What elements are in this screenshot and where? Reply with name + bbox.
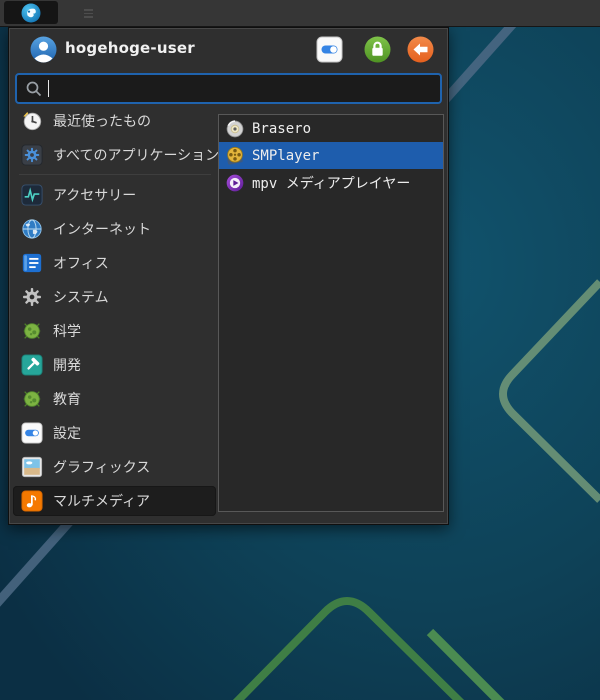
sidebar-item-label: 開発 <box>53 358 81 374</box>
app-item-label: Brasero <box>252 120 312 137</box>
sidebar-item-label: マルチメディア <box>53 494 151 510</box>
gear-blue-icon <box>21 144 43 166</box>
sidebar-item-label: 教育 <box>53 392 81 408</box>
whisker-menu-button[interactable] <box>4 1 58 24</box>
sidebar-item-system[interactable]: システム <box>13 282 216 312</box>
sidebar-item-label: 設定 <box>53 426 81 442</box>
toggle-icon <box>316 36 343 63</box>
sidebar-item-label: 最近使ったもの <box>53 114 151 130</box>
username-label: hogehoge-user <box>65 39 195 57</box>
settings-button[interactable] <box>316 36 343 63</box>
hamburger-icon[interactable] <box>84 7 94 19</box>
sidebar-item-label: システム <box>53 290 109 306</box>
science-icon <box>21 388 43 410</box>
sidebar-item-development[interactable]: 開発 <box>13 350 216 380</box>
sidebar-item-accessories[interactable]: アクセサリー <box>13 180 216 210</box>
sidebar-item-recent[interactable]: 最近使ったもの <box>13 106 216 136</box>
music-note-icon <box>21 490 43 512</box>
hammer-icon <box>21 354 43 376</box>
gear-gray-icon <box>21 286 43 308</box>
lock-icon <box>364 36 391 63</box>
sidebar-item-label: すべてのアプリケーション <box>53 148 220 164</box>
sidebar-item-settings[interactable]: 設定 <box>13 418 216 448</box>
sidebar-item-label: インターネット <box>53 222 151 238</box>
app-item-smplayer[interactable]: SMPlayer <box>219 142 443 169</box>
play-circle-icon <box>225 173 245 193</box>
science-icon <box>21 320 43 342</box>
logout-button[interactable] <box>407 36 434 63</box>
app-item-label: mpv メディアプレイヤー <box>252 175 411 192</box>
application-list: Brasero SMPlayer mpv メディアプレイヤー <box>218 114 444 512</box>
app-item-label: SMPlayer <box>252 147 320 164</box>
sidebar-item-education[interactable]: 教育 <box>13 384 216 414</box>
globe-icon <box>21 218 43 240</box>
film-reel-icon <box>225 146 245 166</box>
sidebar-separator <box>19 174 211 175</box>
lock-screen-button[interactable] <box>364 36 391 63</box>
top-panel <box>0 0 600 27</box>
disc-icon <box>225 119 245 139</box>
sidebar-item-multimedia[interactable]: マルチメディア <box>13 486 216 516</box>
sidebar-item-graphics[interactable]: グラフィックス <box>13 452 216 482</box>
user-avatar-icon <box>30 36 57 63</box>
sidebar-item-office[interactable]: オフィス <box>13 248 216 278</box>
search-box[interactable] <box>15 73 442 104</box>
picture-icon <box>21 456 43 478</box>
app-item-brasero[interactable]: Brasero <box>219 115 443 142</box>
whisker-menu-popup: hogehoge-user 最近使ったもの すべてのアプリケーション アクセサリ… <box>8 27 449 525</box>
sidebar-item-label: オフィス <box>53 256 109 272</box>
toggle-icon <box>21 422 43 444</box>
sidebar-item-internet[interactable]: インターネット <box>13 214 216 244</box>
sidebar-item-label: グラフィックス <box>53 460 151 476</box>
waveform-icon <box>21 184 43 206</box>
sidebar-item-label: 科学 <box>53 324 81 340</box>
document-icon <box>21 252 43 274</box>
arrow-left-icon <box>407 36 434 63</box>
sidebar-item-all-applications[interactable]: すべてのアプリケーション <box>13 140 220 170</box>
distro-logo-icon <box>20 2 42 24</box>
search-input[interactable] <box>49 80 440 97</box>
app-item-mpv[interactable]: mpv メディアプレイヤー <box>219 169 443 196</box>
clock-icon <box>21 110 43 132</box>
sidebar-item-label: アクセサリー <box>53 188 137 204</box>
search-icon <box>25 80 43 98</box>
sidebar-item-science[interactable]: 科学 <box>13 316 216 346</box>
